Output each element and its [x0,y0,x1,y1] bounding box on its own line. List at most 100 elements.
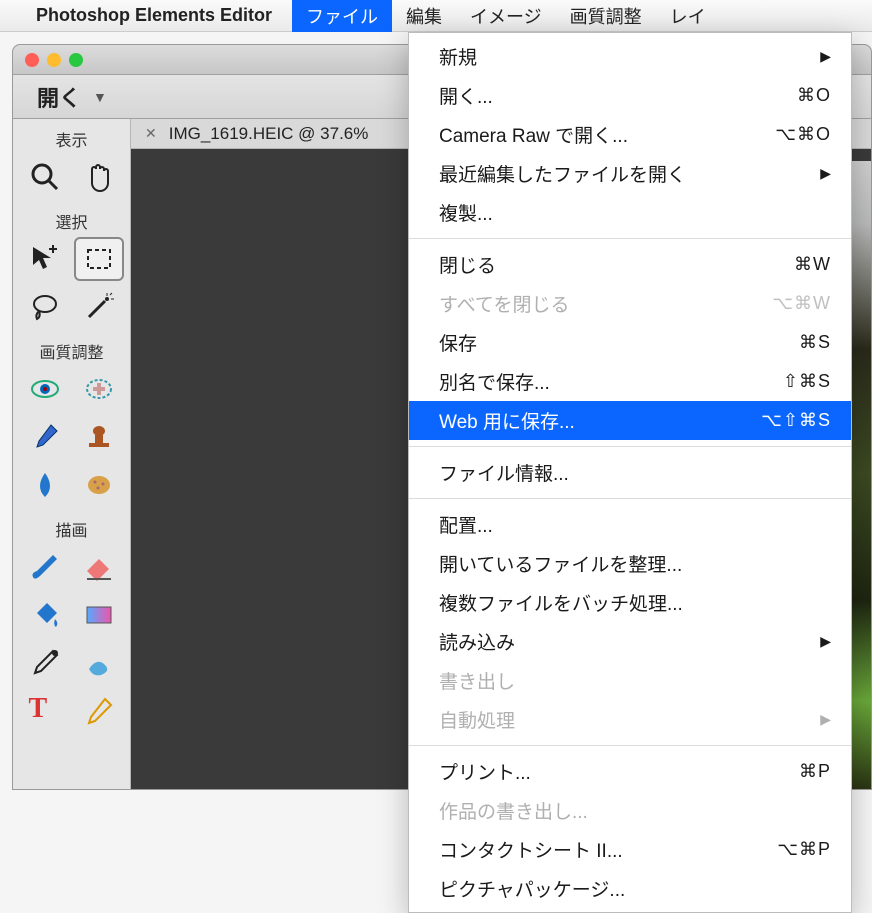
menu-item-label: 開いているファイルを整理... [439,550,682,577]
menu-separator [409,446,851,447]
menu-item-shortcut: ⌥⌘P [777,839,831,860]
file-menu-item[interactable]: 保存 ⌘S [409,323,851,362]
menu-separator [409,238,851,239]
menu-item-label: 複製... [439,199,493,226]
stamp-tool[interactable] [74,415,124,459]
menu-item-label: 別名で保存... [439,368,550,395]
file-menu-item[interactable]: 読み込み ▶ [409,622,851,661]
menu-item-shortcut: ⌘S [799,332,831,353]
file-menu-item[interactable]: プリント... ⌘P [409,752,851,791]
tab-close-icon[interactable]: ✕ [145,125,157,142]
eraser-tool[interactable] [74,545,124,589]
file-menu-item[interactable]: 配置... [409,505,851,544]
menu-item-label: 最近編集したファイルを開く [439,160,686,187]
magic-wand-tool[interactable] [74,285,124,329]
menu-item-label: 複数ファイルをバッチ処理... [439,589,683,616]
menu-item-label: Web 用に保存... [439,407,575,434]
menu-item-label: コンタクトシート II... [439,836,623,863]
tool-section-select: 選択 [55,209,87,233]
close-icon[interactable] [25,53,39,67]
menu-separator [409,498,851,499]
menu-layer[interactable]: レイ [656,0,720,32]
menu-item-shortcut: ⌥⌘W [772,293,831,314]
minimize-icon[interactable] [47,53,61,67]
file-menu-item: 書き出し [409,661,851,700]
tool-section-adjust: 画質調整 [39,339,103,363]
menu-item-label: 作品の書き出し... [439,797,588,824]
open-dropdown-label[interactable]: 開く [37,81,81,113]
menu-item-label: 自動処理 [439,706,515,733]
document-tab-title[interactable]: IMG_1619.HEIC @ 37.6% [169,124,369,144]
marquee-tool[interactable] [74,237,124,281]
menu-item-label: 新規 [439,43,477,70]
menu-item-label: 閉じる [439,251,496,278]
macos-menubar: Photoshop Elements Editor ファイル 編集 イメージ 画… [0,0,872,32]
menu-item-label: すべてを閉じる [439,290,570,317]
file-menu-item[interactable]: 最近編集したファイルを開く ▶ [409,154,851,193]
menu-item-label: ファイル情報... [439,459,569,486]
file-menu-dropdown: 新規 ▶ 開く... ⌘O Camera Raw で開く... ⌥⌘O 最近編集したファイル… [408,32,852,913]
maximize-icon[interactable] [69,53,83,67]
sponge-tool[interactable] [74,463,124,507]
eyedropper-tool[interactable] [20,641,70,685]
file-menu-item[interactable]: 複製... [409,193,851,232]
menu-item-shortcut: ⌥⌘O [775,124,831,145]
menu-item-shortcut: ⌥⇧⌘S [761,410,831,431]
menu-item-label: 読み込み [439,628,515,655]
submenu-arrow-icon: ▶ [820,48,831,65]
file-menu-item[interactable]: Web 用に保存... ⌥⇧⌘S [409,401,851,440]
menu-item-shortcut: ⇧⌘S [783,371,831,392]
blur-tool[interactable] [20,463,70,507]
menu-item-shortcut: ⌘O [797,85,831,106]
file-menu-item: 作品の書き出し... [409,791,851,830]
smart-brush-tool[interactable] [74,641,124,685]
paint-bucket-tool[interactable] [20,593,70,637]
menu-separator [409,745,851,746]
traffic-lights [25,53,83,67]
file-menu-item[interactable]: 閉じる ⌘W [409,245,851,284]
type-tool[interactable]: T [20,689,70,733]
file-menu-item[interactable]: 開く... ⌘O [409,76,851,115]
tool-section-view: 表示 [55,127,87,151]
redeye-tool[interactable] [20,367,70,411]
file-menu-item[interactable]: ピクチャパッケージ... [409,869,851,908]
menu-item-label: 開く... [439,82,493,109]
gradient-tool[interactable] [74,593,124,637]
brush-adjust-tool[interactable] [20,415,70,459]
file-menu-item: すべてを閉じる ⌥⌘W [409,284,851,323]
lasso-tool[interactable] [20,285,70,329]
file-menu-item: 自動処理 ▶ [409,700,851,739]
file-menu-item[interactable]: 新規 ▶ [409,37,851,76]
file-menu-item[interactable]: 開いているファイルを整理... [409,544,851,583]
paintbrush-tool[interactable] [20,545,70,589]
app-name[interactable]: Photoshop Elements Editor [36,5,272,26]
menu-item-label: ピクチャパッケージ... [439,875,625,902]
spot-heal-tool[interactable] [74,367,124,411]
menu-adjust[interactable]: 画質調整 [556,0,656,32]
menu-item-label: Camera Raw で開く... [439,121,628,148]
file-menu-item[interactable]: コンタクトシート II... ⌥⌘P [409,830,851,869]
submenu-arrow-icon: ▶ [820,633,831,650]
submenu-arrow-icon: ▶ [820,711,831,728]
menu-item-shortcut: ⌘W [794,254,831,275]
tool-palette: 表示 選択 [13,119,131,789]
menu-item-shortcut: ⌘P [799,761,831,782]
tool-section-draw: 描画 [55,517,87,541]
file-menu-item[interactable]: 別名で保存... ⇧⌘S [409,362,851,401]
chevron-down-icon[interactable]: ▼ [93,89,107,105]
file-menu-item[interactable]: ファイル情報... [409,453,851,492]
menu-edit[interactable]: 編集 [392,0,456,32]
menu-image[interactable]: イメージ [456,0,556,32]
move-tool[interactable] [20,237,70,281]
menu-item-label: 保存 [439,329,477,356]
zoom-tool[interactable] [20,155,70,199]
file-menu-item[interactable]: Camera Raw で開く... ⌥⌘O [409,115,851,154]
menu-item-label: プリント... [439,758,531,785]
file-menu-item[interactable]: 複数ファイルをバッチ処理... [409,583,851,622]
menu-item-label: 配置... [439,511,493,538]
menu-item-label: 書き出し [439,667,515,694]
menu-file[interactable]: ファイル [292,0,392,32]
submenu-arrow-icon: ▶ [820,165,831,182]
pencil-tool[interactable] [74,689,124,733]
hand-tool[interactable] [74,155,124,199]
